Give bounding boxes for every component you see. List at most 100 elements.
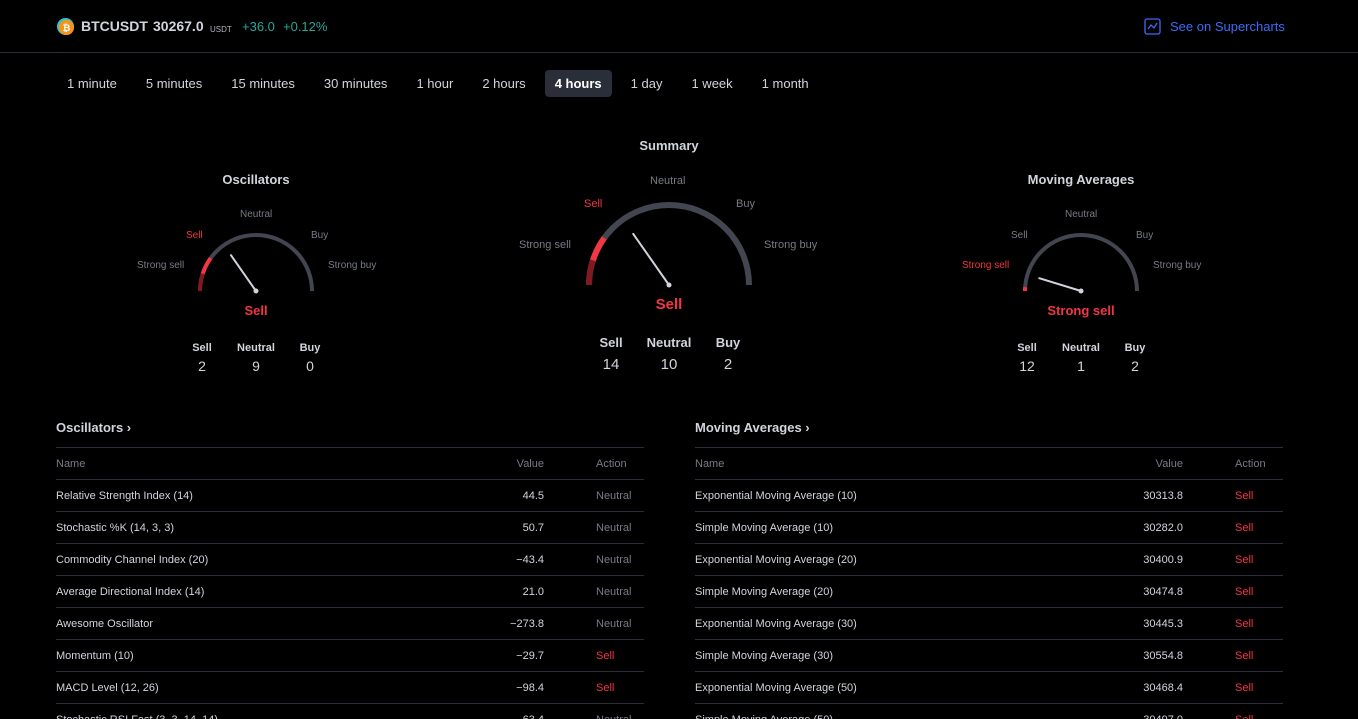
column-name: Name [695,457,725,470]
gauge-label-sell: Sell [1011,230,1028,241]
oscillators-table: Oscillators › Name Value Action Relative… [56,420,644,719]
table-row[interactable]: MACD Level (12, 26) −98.4 Sell [56,672,644,704]
table-row[interactable]: Exponential Moving Average (50) 30468.4 Se… [695,672,1283,704]
count-label: Buy [715,335,741,350]
column-name: Name [56,457,86,470]
indicator-action: Sell [1235,681,1254,694]
table-row[interactable]: Stochastic %K (14, 3, 3) 50.7 Neutral [56,512,644,544]
indicator-name: Average Directional Index (14) [56,585,205,598]
indicator-name: Exponential Moving Average (50) [695,681,857,694]
count-label: Buy [299,342,321,354]
gauge-needle [229,254,257,292]
gauge-hub [1078,288,1084,294]
indicator-action: Neutral [544,714,644,719]
tab-interval[interactable]: 1 month [752,70,819,97]
gauge-label-neutral: Neutral [1065,209,1098,220]
indicator-name: Momentum (10) [56,649,134,662]
indicator-value: −29.7 [516,649,544,662]
gauge-hub [253,288,259,294]
indicator-action: Sell [596,649,615,662]
gauge-hub [666,282,672,288]
count-label: Buy [1124,342,1146,354]
moving-averages-table-heading[interactable]: Moving Averages › [695,420,1283,448]
count-value: 2 [198,358,206,374]
count-buy: Buy 0 [300,342,321,374]
indicator-action: Sell [1235,585,1254,598]
gauge-needle [1038,277,1082,292]
table-row[interactable]: Awesome Oscillator −273.8 Neutral [56,608,644,640]
indicator-action: Sell [1235,553,1254,566]
gauge-label-neutral: Neutral [650,175,686,187]
indicator-value: −43.4 [516,553,544,566]
indicator-action: Sell [1235,489,1254,502]
tab-interval[interactable]: 1 week [681,70,742,97]
indicator-value: 50.7 [522,521,544,534]
count-sell: Sell 14 [599,335,622,373]
gauge-verdict: Sell [655,296,683,313]
gauge-label-strong-sell: Strong sell [962,260,1010,271]
table-row[interactable]: Average Directional Index (14) 21.0 Neutra… [56,576,644,608]
gauge-arc-segment [198,273,205,292]
table-row[interactable]: Momentum (10) −29.7 Sell [56,640,644,672]
table-row[interactable]: Exponential Moving Average (20) 30400.9 Se… [695,544,1283,576]
oscillators-table-heading[interactable]: Oscillators › [56,420,644,448]
indicator-action: Sell [1235,617,1254,630]
gauge-verdict: Strong sell [1047,303,1115,318]
count-value: 1 [1077,358,1085,374]
see-on-supercharts-link[interactable]: See on Supercharts [1144,18,1285,35]
count-value: 14 [602,356,620,373]
indicator-value: 30497.0 [1063,714,1183,719]
count-buy: Buy 2 [1125,342,1146,374]
indicator-name: Simple Moving Average (30) [695,649,833,662]
oscillators-gauge-title: Oscillators [222,172,290,187]
table-row[interactable]: Exponential Moving Average (10) 30313.8 Se… [695,480,1283,512]
indicator-name: Exponential Moving Average (10) [695,489,857,502]
tab-interval[interactable]: 2 hours [472,70,535,97]
tab-interval[interactable]: 1 hour [406,70,463,97]
table-row[interactable]: Commodity Channel Index (20) −43.4 Neutral [56,544,644,576]
tab-interval[interactable]: 1 day [621,70,673,97]
tab-interval[interactable]: 5 minutes [136,70,212,97]
gauge-verdict: Sell [244,303,268,318]
count-value: 9 [252,358,260,374]
gauge-label-buy: Buy [311,230,329,241]
table-row[interactable]: Simple Moving Average (50)30497.0Sell [695,704,1283,719]
indicator-name: Simple Moving Average (20) [695,585,833,598]
tab-interval[interactable]: 30 minutes [314,70,398,97]
indicator-name: Commodity Channel Index (20) [56,553,209,566]
indicator-name: Stochastic %K (14, 3, 3) [56,521,174,534]
gauge-arc-segment [586,259,596,286]
moving-averages-gauge-title: Moving Averages [1027,172,1135,187]
indicator-value: −273.8 [510,617,544,630]
indicator-name: Exponential Moving Average (20) [695,553,857,566]
tab-interval[interactable]: 15 minutes [221,70,305,97]
table-row[interactable]: Simple Moving Average (20) 30474.8 Sell [695,576,1283,608]
gauge-track [1023,233,1139,292]
count-value: 10 [660,356,678,373]
table-row[interactable]: Exponential Moving Average (30) 30445.3 Se… [695,608,1283,640]
indicator-value: 63.4 [424,714,544,719]
gauge-label-sell: Sell [584,198,603,210]
supercharts-label: See on Supercharts [1170,19,1285,34]
symbol-name[interactable]: BTCUSDT [81,18,148,34]
gauge-label-sell: Sell [186,230,203,241]
count-value: 12 [1019,358,1035,374]
chart-line-icon [1144,18,1161,35]
tab-interval[interactable]: 1 minute [57,70,127,97]
table-row[interactable]: Stochastic RSI Fast (3, 3, 14, 14)63.4Ne… [56,704,644,719]
table-row[interactable]: Simple Moving Average (30) 30554.8 Sell [695,640,1283,672]
gauge-label-strong-buy: Strong buy [1153,260,1202,271]
indicator-value: 30400.9 [1143,553,1183,566]
column-value: Value [1155,457,1183,470]
count-value: 2 [1131,358,1139,374]
table-row[interactable]: Simple Moving Average (10) 30282.0 Sell [695,512,1283,544]
tab-interval[interactable]: 4 hours [544,70,612,97]
count-label: Sell [599,335,623,350]
indicator-name: Exponential Moving Average (30) [695,617,857,630]
gauge-label-strong-buy: Strong buy [764,239,818,251]
summary-gauge-title: Summary [639,138,699,153]
table-row[interactable]: Relative Strength Index (14) 44.5 Neutral [56,480,644,512]
indicator-value: 30282.0 [1143,521,1183,534]
count-neutral: Neutral 10 [647,335,692,373]
count-label: Neutral [646,335,692,350]
